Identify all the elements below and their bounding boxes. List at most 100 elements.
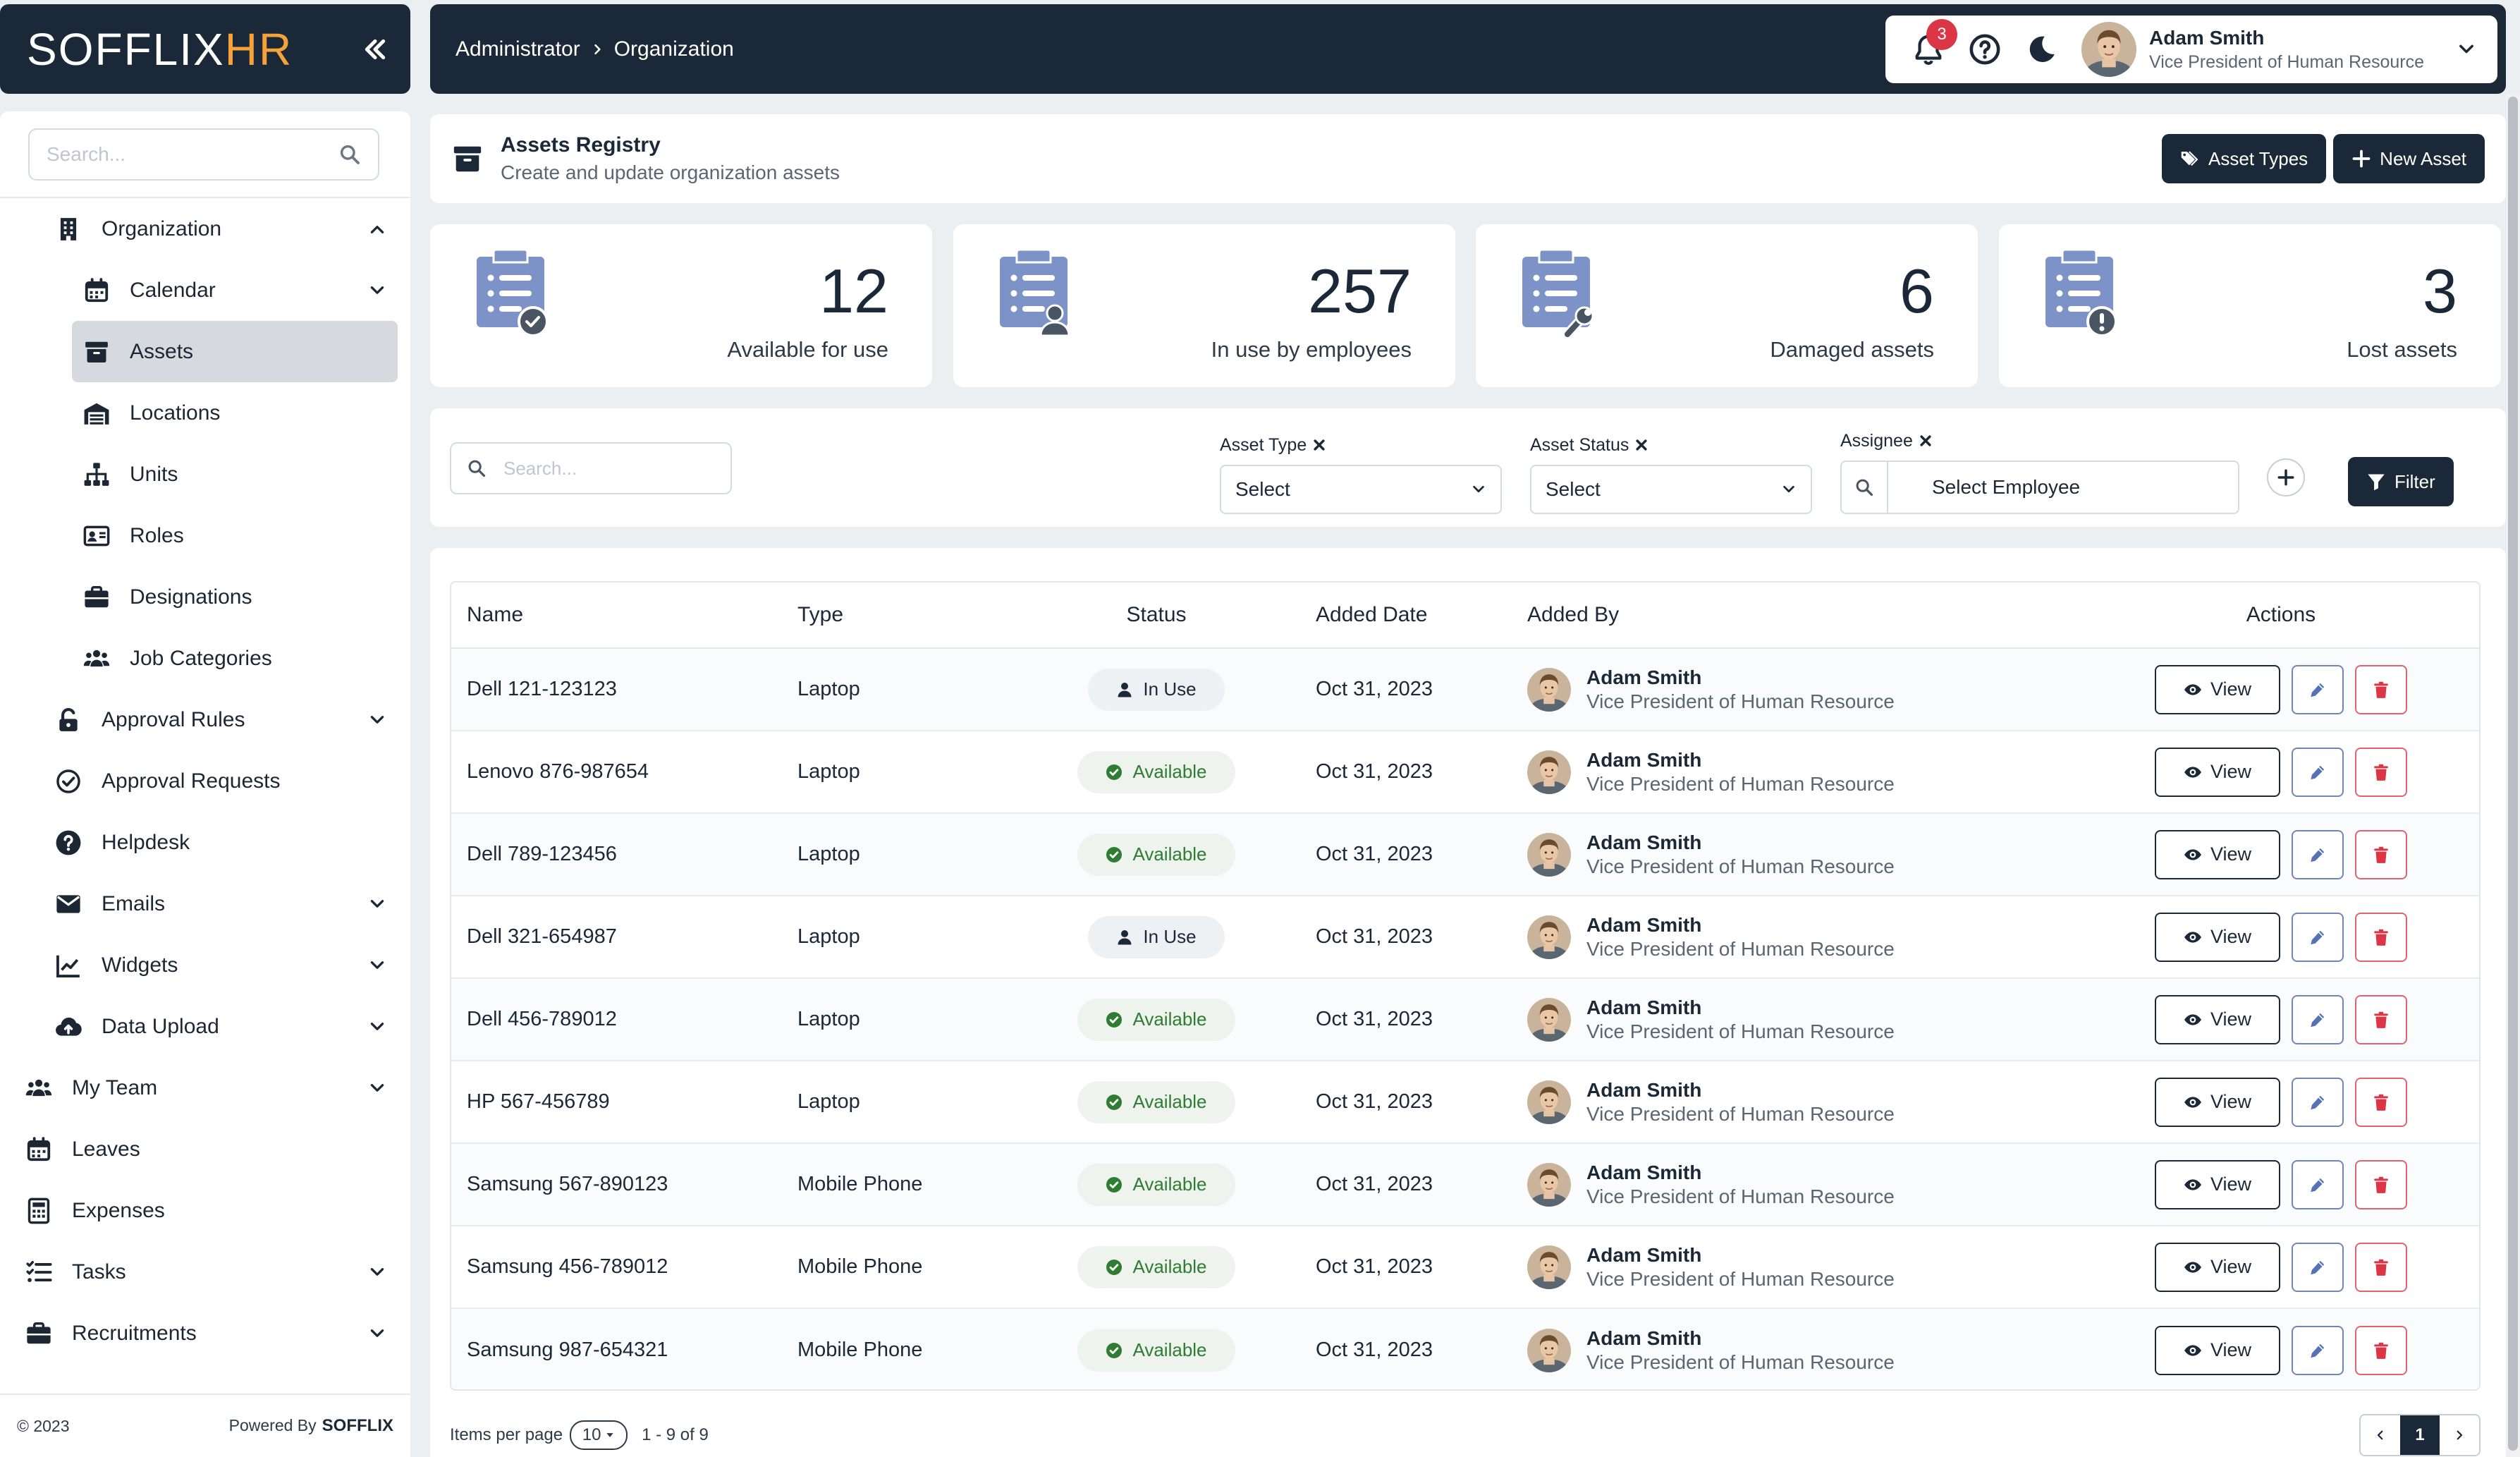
sidebar-item-leaves[interactable]: Leaves [0, 1118, 410, 1180]
asset-status-select[interactable]: Select [1530, 465, 1812, 514]
delete-button[interactable] [2355, 1077, 2407, 1127]
items-per-page-select[interactable]: 10 [570, 1420, 628, 1450]
breadcrumb-item-organization[interactable]: Organization [614, 37, 734, 61]
chevron-down-icon[interactable] [368, 281, 386, 300]
assets-table: Name Type Status Added Date Added By Act… [450, 581, 2481, 1391]
search-icon[interactable] [338, 143, 361, 166]
sidebar-item-assets[interactable]: Assets [72, 321, 398, 382]
filter-bar: Asset Type Select Asset Status Select As… [430, 408, 2506, 527]
asset-type-select[interactable]: Select [1220, 465, 1502, 514]
assignee-search-button[interactable] [1842, 462, 1888, 513]
new-asset-button[interactable]: New Asset [2333, 134, 2485, 183]
chevron-down-icon[interactable] [368, 1324, 386, 1343]
chevron-down-icon[interactable] [368, 956, 386, 975]
view-button[interactable]: View [2155, 1325, 2280, 1375]
page-button-current[interactable]: 1 [2400, 1415, 2440, 1455]
sidebar-item-calendar[interactable]: Calendar [0, 260, 410, 321]
page-header: Assets Registry Create and update organi… [430, 114, 2506, 203]
powered-by-brand[interactable]: SOFFLIX [322, 1416, 393, 1435]
chevron-down-icon[interactable] [368, 895, 386, 913]
clear-icon[interactable] [1634, 438, 1649, 452]
delete-button[interactable] [2355, 747, 2407, 797]
chevron-down-icon[interactable] [368, 1018, 386, 1036]
avatar[interactable] [2081, 22, 2136, 77]
edit-button[interactable] [2292, 747, 2344, 797]
assignee-select[interactable]: Select Employee [1840, 461, 2239, 514]
sidebar-item-emails[interactable]: Emails [0, 873, 410, 934]
sidebar-item-expenses[interactable]: Expenses [0, 1180, 410, 1241]
help-icon[interactable] [1969, 33, 2001, 66]
sidebar-item-recruitments[interactable]: Recruitments [0, 1303, 410, 1364]
chevron-down-icon[interactable] [368, 711, 386, 729]
double-chevron-left-icon[interactable] [361, 35, 389, 63]
edit-button[interactable] [2292, 1325, 2344, 1375]
edit-button[interactable] [2292, 1077, 2344, 1127]
chevron-up-icon[interactable] [368, 220, 386, 238]
delete-button[interactable] [2355, 1159, 2407, 1209]
clear-icon[interactable] [1312, 438, 1326, 452]
view-button[interactable]: View [2155, 994, 2280, 1044]
sidebar-search-input[interactable] [47, 143, 338, 166]
chevron-down-icon[interactable] [368, 1263, 386, 1281]
breadcrumb-item-administrator[interactable]: Administrator [455, 37, 580, 61]
sidebar-item-approval-requests[interactable]: Approval Requests [0, 750, 410, 812]
edit-button[interactable] [2292, 664, 2344, 714]
search-icon [1854, 477, 1874, 497]
sidebar-item-approval-rules[interactable]: Approval Rules [0, 689, 410, 750]
stat-card-damaged[interactable]: 6 Damaged assets [1476, 224, 1978, 387]
moon-icon[interactable] [2025, 33, 2057, 66]
sidebar-item-widgets[interactable]: Widgets [0, 934, 410, 996]
column-header-date[interactable]: Added Date [1316, 603, 1427, 627]
column-header-status[interactable]: Status [1072, 603, 1241, 627]
edit-button[interactable] [2292, 994, 2344, 1044]
view-button[interactable]: View [2155, 1077, 2280, 1127]
trash-icon [2372, 1341, 2390, 1360]
edit-button[interactable] [2292, 1159, 2344, 1209]
notifications-button[interactable]: 3 [1912, 19, 1957, 66]
delete-button[interactable] [2355, 912, 2407, 962]
sidebar-item-job-categories[interactable]: Job Categories [0, 628, 410, 689]
column-header-name[interactable]: Name [467, 603, 523, 627]
asset-search-input[interactable] [503, 457, 715, 480]
delete-button[interactable] [2355, 1325, 2407, 1375]
page-scrollbar[interactable] [2506, 94, 2520, 1457]
column-header-type[interactable]: Type [797, 603, 843, 627]
sidebar-item-roles[interactable]: Roles [0, 505, 410, 566]
delete-button[interactable] [2355, 829, 2407, 879]
view-button[interactable]: View [2155, 912, 2280, 962]
sidebar-item-organization[interactable]: Organization [0, 198, 410, 260]
clear-icon[interactable] [1919, 434, 1933, 448]
sidebar-item-locations[interactable]: Locations [0, 382, 410, 444]
column-header-added-by[interactable]: Added By [1527, 603, 1619, 627]
view-button[interactable]: View [2155, 1159, 2280, 1209]
sidebar-item-my-team[interactable]: My Team [0, 1057, 410, 1118]
filter-button[interactable]: Filter [2348, 457, 2454, 506]
delete-button[interactable] [2355, 664, 2407, 714]
added-by-info: Adam Smith Vice President of Human Resour… [1586, 1244, 1895, 1291]
delete-button[interactable] [2355, 994, 2407, 1044]
edit-button[interactable] [2292, 829, 2344, 879]
view-button[interactable]: View [2155, 747, 2280, 797]
chevron-down-icon[interactable] [2457, 39, 2476, 59]
sidebar-item-data-upload[interactable]: Data Upload [0, 996, 410, 1057]
sidebar-item-tasks[interactable]: Tasks [0, 1241, 410, 1303]
stat-card-available[interactable]: 12 Available for use [430, 224, 932, 387]
chevron-down-icon[interactable] [368, 1079, 386, 1097]
add-filter-button[interactable] [2267, 458, 2305, 496]
prev-page-button[interactable] [2361, 1415, 2400, 1455]
brand-logo[interactable]: SOFFLIXHR [27, 23, 293, 75]
sidebar-item-units[interactable]: Units [0, 444, 410, 505]
sidebar-item-designations[interactable]: Designations [0, 566, 410, 628]
view-button[interactable]: View [2155, 829, 2280, 879]
edit-button[interactable] [2292, 912, 2344, 962]
stat-card-in-use[interactable]: 257 In use by employees [953, 224, 1455, 387]
edit-button[interactable] [2292, 1242, 2344, 1292]
view-button[interactable]: View [2155, 1242, 2280, 1292]
next-page-button[interactable] [2440, 1415, 2479, 1455]
delete-button[interactable] [2355, 1242, 2407, 1292]
view-button[interactable]: View [2155, 664, 2280, 714]
scrollbar-thumb[interactable] [2508, 97, 2518, 1451]
asset-types-button[interactable]: Asset Types [2162, 134, 2327, 183]
stat-card-lost[interactable]: 3 Lost assets [1999, 224, 2501, 387]
sidebar-item-helpdesk[interactable]: Helpdesk [0, 812, 410, 873]
